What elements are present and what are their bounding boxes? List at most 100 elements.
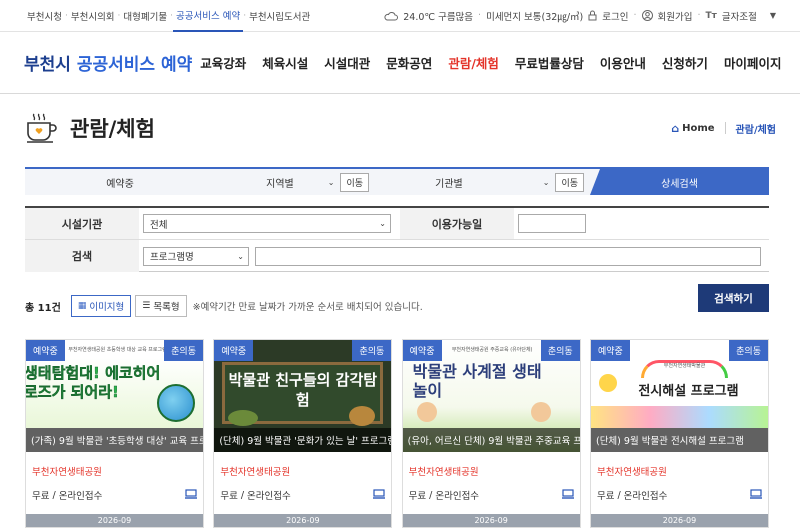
tab-detail-search[interactable]: 상세검색 bbox=[590, 169, 769, 195]
facility-select[interactable]: 전체 ⌄ bbox=[143, 214, 391, 233]
program-card[interactable]: 예약중 춘의동 부천자연생태공원 주중교육 (유아단체) 박물관 사계절 생태 … bbox=[401, 339, 581, 528]
separator: · bbox=[478, 10, 482, 21]
nav-education[interactable]: 교육강좌 bbox=[192, 53, 254, 72]
card-info: 부천자연생태공원 무료 / 온라인접수 bbox=[214, 452, 391, 502]
list-toolbar: 총 11건 ▦ 이미지형 ☰ 목록형 ※예약기간 만료 날짜가 가까운 순서로 … bbox=[25, 293, 769, 319]
card-info: 부천자연생태공원 무료 / 온라인접수 bbox=[403, 452, 580, 502]
form-row-keyword: 검색 프로그램명 ⌄ bbox=[25, 240, 769, 272]
family-site-links: 부천시청 · 부천시의회 · 대형폐기물 · 공공서비스 예약 · 부천시립도서… bbox=[24, 0, 313, 32]
site-link-waste[interactable]: 대형폐기물 bbox=[120, 0, 170, 32]
user-icon bbox=[641, 10, 653, 21]
main-header: 부천시 공공서비스 예약 교육강좌 체육시설 시설대관 문화공연 관람/체험 무… bbox=[0, 32, 800, 94]
nav-guide[interactable]: 이용안내 bbox=[592, 53, 654, 72]
poster-title: 생태탐험대! 에코히어로즈가 되어라! bbox=[26, 364, 161, 401]
card-thumbnail: 예약중 춘의동 부천자연생태박물관 전시해설 프로그램 (단체) 9월 박물관 … bbox=[590, 340, 768, 452]
monitor-icon bbox=[561, 488, 574, 502]
card-meta: 무료 / 온라인접수 bbox=[32, 488, 197, 502]
monitor-icon bbox=[185, 488, 197, 502]
flowers-illustration bbox=[590, 406, 768, 428]
site-logo[interactable]: 부천시 공공서비스 예약 bbox=[24, 50, 192, 75]
breadcrumb-current[interactable]: 관람/체험 bbox=[736, 121, 776, 136]
card-meta: 무료 / 온라인접수 bbox=[597, 488, 762, 502]
card-institution: 부천자연생태공원 bbox=[408, 467, 479, 478]
card-institution: 부천자연생태공원 bbox=[220, 467, 291, 478]
nav-sports[interactable]: 체육시설 bbox=[254, 53, 316, 72]
view-list-button[interactable]: ☰ 목록형 bbox=[135, 295, 187, 317]
chevron-down-icon[interactable]: ⌄ bbox=[328, 178, 335, 187]
card-fee: 무료 bbox=[596, 491, 615, 502]
card-date: 2026-09 bbox=[590, 514, 768, 527]
keyword-label: 검색 bbox=[25, 240, 139, 272]
card-caption: (가족) 9월 박물관 '초등학생 대상' 교육 프로그램 bbox=[26, 428, 203, 452]
keyword-type-select[interactable]: 프로그램명 ⌄ bbox=[143, 246, 249, 266]
tab-status[interactable]: 예약중 bbox=[25, 169, 215, 195]
chevron-down-icon[interactable]: ⌄ bbox=[543, 178, 550, 187]
earth-mascot-image bbox=[157, 384, 195, 422]
poster-subtitle: 부천자연생태공원 초등학생 대상 교육 프로그램 bbox=[68, 347, 167, 353]
poster-title: 박물관 친구들의 감각탐험 bbox=[228, 371, 378, 409]
agency-move-button[interactable]: 이동 bbox=[555, 172, 584, 192]
join-link[interactable]: 회원가입 bbox=[658, 9, 693, 23]
card-meta: 무료 / 온라인접수 bbox=[409, 488, 574, 502]
view-image-button[interactable]: ▦ 이미지형 bbox=[70, 295, 132, 317]
agency-select[interactable]: 기관별 bbox=[435, 175, 463, 190]
monitor-icon bbox=[373, 488, 386, 502]
site-link-library[interactable]: 부천시립도서관 bbox=[246, 0, 313, 32]
region-badge: 춘의동 bbox=[540, 340, 580, 361]
region-select[interactable]: 지역별 bbox=[266, 175, 294, 190]
separator: / bbox=[240, 489, 245, 501]
card-date: 2026-09 bbox=[26, 514, 203, 527]
date-label: 이용가능일 bbox=[400, 208, 514, 239]
keyword-input[interactable] bbox=[255, 246, 761, 266]
program-card[interactable]: 예약중 춘의동 부천자연생태공원 초등학생 대상 교육 프로그램 생태탐험대! … bbox=[25, 339, 204, 528]
weather-text: 24.0℃ 구름많음 bbox=[403, 11, 474, 23]
login-link[interactable]: 로그인 bbox=[602, 9, 628, 23]
nav-viewing-experience[interactable]: 관람/체험 bbox=[440, 53, 507, 72]
separator: / bbox=[429, 489, 433, 501]
lock-icon bbox=[588, 10, 597, 21]
breadcrumb-home[interactable]: Home bbox=[682, 123, 714, 134]
card-thumbnail: 예약중 춘의동 박물관 친구들의 감각탐험 (단체) 9월 박물관 '문화가 있… bbox=[214, 340, 392, 452]
grid-icon: ▦ bbox=[77, 301, 87, 311]
status-badge: 예약중 bbox=[402, 340, 442, 361]
page-title-area: 관람/체험 ⌂ Home 관람/체험 bbox=[24, 104, 776, 152]
total-count: 총 11건 bbox=[25, 302, 61, 314]
status-badge: 예약중 bbox=[26, 340, 65, 361]
chevron-down-icon[interactable]: ▼ bbox=[770, 11, 776, 20]
nav-mypage[interactable]: 마이페이지 bbox=[716, 53, 790, 72]
card-caption: (유아, 어르신 단체) 9월 박물관 주중교육 프로그램 bbox=[402, 428, 580, 452]
nav-legal-consult[interactable]: 무료법률상담 bbox=[507, 53, 592, 72]
text-size-icon: Tт bbox=[705, 10, 717, 21]
site-link-council[interactable]: 부천시의회 bbox=[68, 0, 118, 32]
separator: · bbox=[633, 10, 637, 21]
cloud-icon bbox=[384, 11, 399, 21]
card-meta: 무료 / 온라인접수 bbox=[220, 488, 386, 502]
search-form: 시설기관 전체 ⌄ 이용가능일 검색 프로그램명 ⌄ bbox=[25, 206, 769, 272]
card-method: 온라인접수 bbox=[435, 491, 480, 502]
brand-main: 부천시 bbox=[24, 55, 71, 75]
program-card[interactable]: 예약중 춘의동 부천자연생태박물관 전시해설 프로그램 (단체) 9월 박물관 … bbox=[589, 339, 769, 528]
nav-culture[interactable]: 문화공연 bbox=[378, 53, 440, 72]
program-card[interactable]: 예약중 춘의동 박물관 친구들의 감각탐험 (단체) 9월 박물관 '문화가 있… bbox=[213, 339, 393, 528]
tab-detail-search-label: 상세검색 bbox=[661, 178, 698, 190]
card-fee: 무료 bbox=[32, 491, 50, 502]
site-link-reservation[interactable]: 공공서비스 예약 bbox=[173, 0, 244, 32]
nav-facility-rental[interactable]: 시설대관 bbox=[316, 53, 378, 72]
card-method: 온라인접수 bbox=[247, 491, 291, 502]
date-input[interactable] bbox=[518, 214, 586, 233]
region-filter: 지역별 ⌄ 이동 bbox=[215, 169, 375, 195]
card-date: 2026-09 bbox=[214, 514, 392, 527]
search-button[interactable]: 검색하기 bbox=[698, 284, 769, 312]
filter-tabs: 예약중 지역별 ⌄ 이동 기관별 ⌄ 이동 상세검색 bbox=[25, 167, 769, 195]
view-list-label: 목록형 bbox=[153, 302, 180, 313]
card-info: 부천자연생태공원 무료 / 온라인접수 bbox=[591, 452, 768, 502]
view-image-label: 이미지형 bbox=[89, 302, 125, 313]
font-size-control[interactable]: 글자조절 bbox=[722, 9, 757, 23]
child-illustration bbox=[416, 402, 437, 422]
region-move-button[interactable]: 이동 bbox=[340, 172, 369, 192]
card-date: 2026-09 bbox=[402, 514, 580, 527]
site-link-city-hall[interactable]: 부천시청 bbox=[24, 0, 65, 32]
page-title: 관람/체험 bbox=[70, 117, 155, 141]
nav-apply[interactable]: 신청하기 bbox=[654, 53, 716, 72]
card-caption: (단체) 9월 박물관 '문화가 있는 날' 프로그램 bbox=[214, 428, 392, 452]
